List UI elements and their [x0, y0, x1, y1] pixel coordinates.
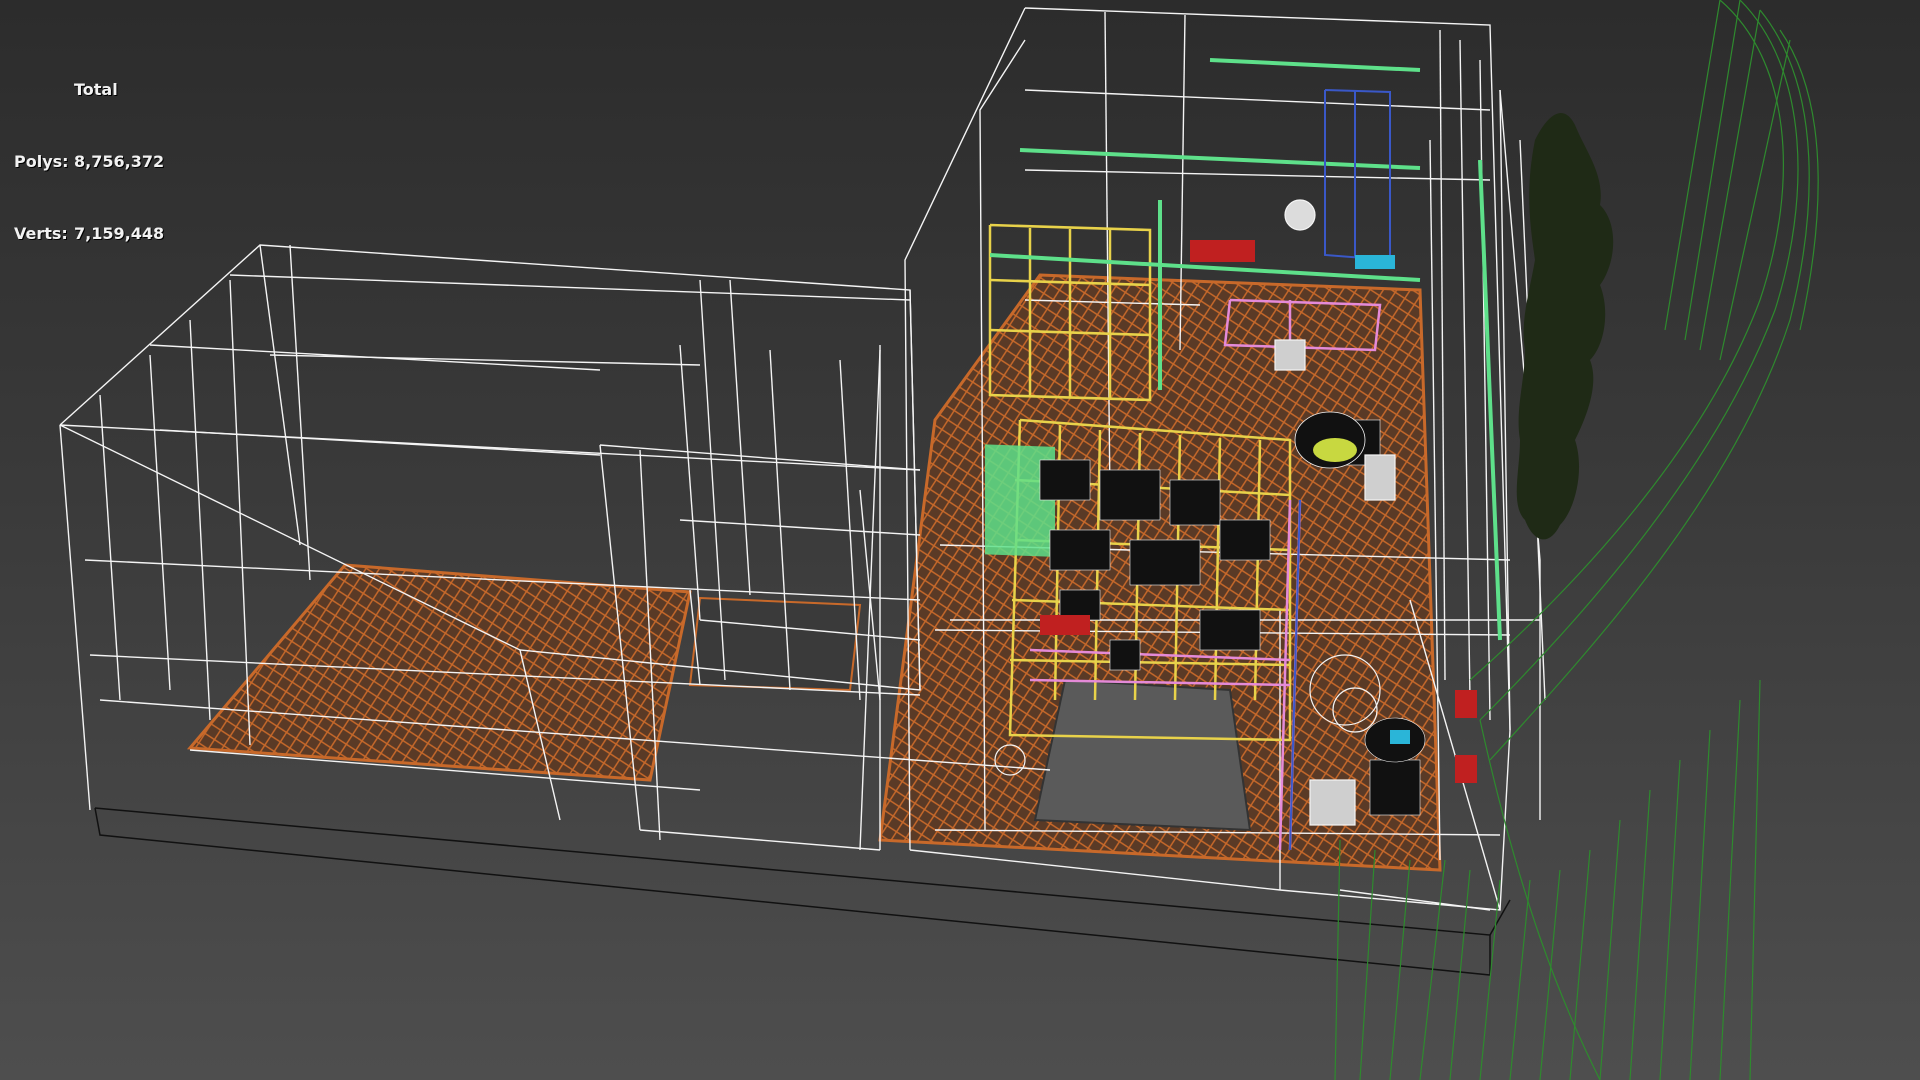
stats-title: Total: [74, 80, 118, 99]
wireframe-scene: [59, 0, 1819, 1080]
round-table: [1294, 411, 1366, 469]
polys-row: Polys: 8,756,372: [14, 150, 164, 174]
polys-value: 8,756,372: [74, 152, 165, 171]
verts-label: Verts:: [14, 224, 68, 243]
rug: [1033, 678, 1252, 832]
tree-silhouette: [1516, 113, 1614, 540]
verts-value: 7,159,448: [74, 224, 165, 243]
scene-statistics: Total Polys: 8,756,372 Verts: 7,159,448: [14, 30, 164, 294]
polys-label: Polys:: [14, 152, 69, 171]
3d-viewport[interactable]: Total Polys: 8,756,372 Verts: 7,159,448: [0, 0, 1920, 1080]
verts-row: Verts: 7,159,448: [14, 222, 164, 246]
